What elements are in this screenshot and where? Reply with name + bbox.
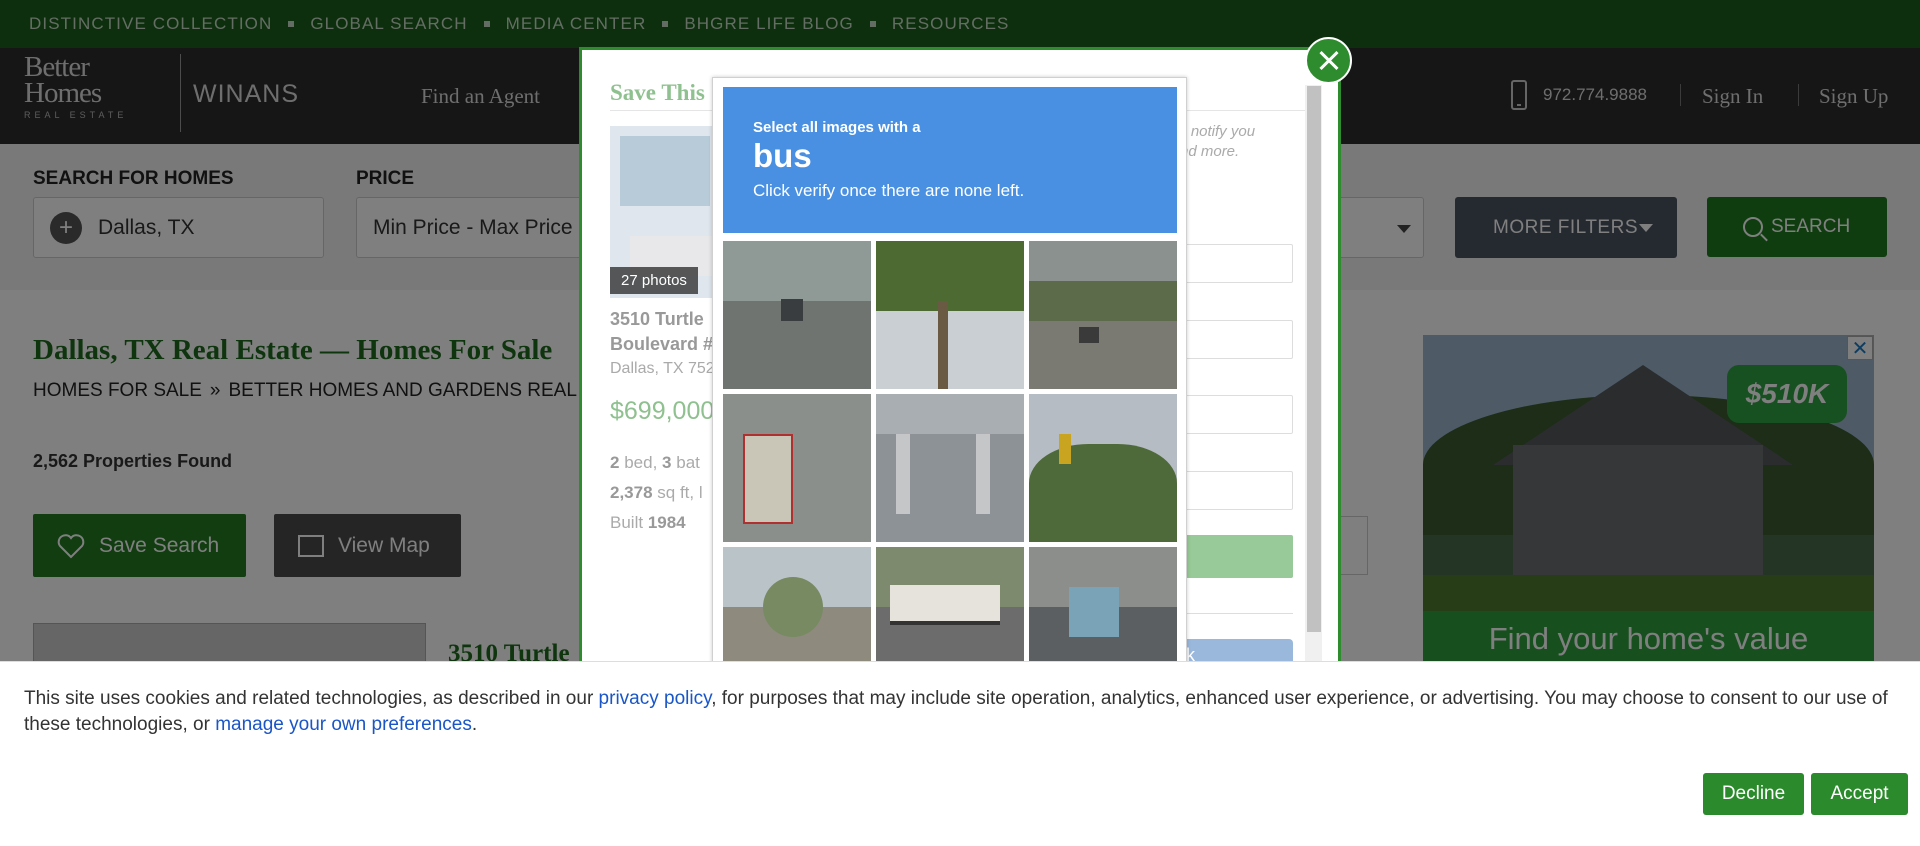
captcha-tile[interactable]: [876, 394, 1024, 542]
captcha-tile[interactable]: [723, 394, 871, 542]
listing-price: $699,000: [610, 397, 715, 425]
tile-road: [1029, 321, 1177, 389]
cookie-banner: This site uses cookies and related techn…: [0, 661, 1920, 846]
accept-button[interactable]: Accept: [1811, 773, 1908, 815]
decline-button[interactable]: Decline: [1703, 773, 1804, 815]
captcha-instruction: Select all images with a: [753, 119, 921, 136]
tile-vehicle: [1079, 327, 1099, 343]
email-field[interactable]: [1180, 320, 1293, 359]
sqft-label: sq ft, l: [657, 483, 703, 502]
beds-count: 2: [610, 453, 620, 472]
save-submit-button[interactable]: [1180, 535, 1293, 578]
name-field[interactable]: [1180, 244, 1293, 283]
listing-built: Built 1984: [610, 513, 686, 533]
photo-window: [620, 136, 710, 206]
cookie-text-part3: .: [471, 714, 478, 735]
captcha-header: Select all images with a bus Click verif…: [723, 87, 1177, 233]
notify-text: ll notify you nd more.: [1180, 122, 1255, 162]
sqft-value: 2,378: [610, 483, 653, 502]
message-field[interactable]: [1180, 471, 1293, 510]
manage-preferences-link[interactable]: manage your own preferences: [215, 714, 472, 735]
close-icon[interactable]: [1305, 37, 1352, 84]
listing-address-line1: 3510 Turtle: [610, 309, 704, 329]
modal-divider: [1180, 613, 1293, 614]
captcha-subtext: Click verify once there are none left.: [753, 181, 1025, 200]
listing-sqft: 2,378 sq ft, l: [610, 483, 703, 503]
tile-bus: [743, 434, 793, 524]
built-year: 1984: [647, 513, 686, 532]
tile-vehicle: [781, 299, 803, 321]
tile-traffic-light: [1059, 434, 1071, 464]
tile-bus: [1069, 587, 1119, 637]
tile-trunk: [938, 301, 948, 389]
tile-trees: [1029, 444, 1177, 542]
modal-scrollbar-thumb[interactable]: [1307, 86, 1321, 632]
phone-field[interactable]: [1180, 395, 1293, 434]
baths-count: 3: [662, 453, 672, 472]
baths-label: bat: [676, 453, 700, 472]
cookie-text-part1: This site uses cookies and related techn…: [24, 688, 599, 709]
captcha-tile[interactable]: [876, 241, 1024, 389]
captcha-tile[interactable]: [1029, 394, 1177, 542]
photo-count-badge: 27 photos: [610, 267, 698, 294]
listing-city: Dallas, TX 752: [610, 360, 715, 377]
captcha-tile[interactable]: [1029, 241, 1177, 389]
listing-beds-baths: 2 bed, 3 bat: [610, 453, 700, 473]
captcha-tile[interactable]: [723, 241, 871, 389]
tile-trees: [1029, 281, 1177, 321]
tile-pillar: [976, 434, 990, 514]
cookie-text: This site uses cookies and related techn…: [24, 686, 1920, 738]
modal-title: Save This: [610, 80, 705, 105]
tile-tree: [763, 577, 823, 637]
notify-text-line2: nd more.: [1180, 143, 1240, 160]
built-label: Built: [610, 513, 644, 532]
captcha-target: bus: [753, 137, 812, 174]
privacy-policy-link[interactable]: privacy policy: [599, 688, 712, 709]
tile-palm: [876, 241, 1024, 311]
tile-sky: [723, 241, 871, 301]
tile-bus: [890, 585, 1000, 625]
beds-label: bed,: [624, 453, 658, 472]
tile-overpass: [876, 394, 1024, 434]
notify-text-line1: ll notify you: [1180, 123, 1256, 140]
tile-pillar: [896, 434, 910, 514]
listing-address-line2: Boulevard #: [610, 334, 714, 354]
